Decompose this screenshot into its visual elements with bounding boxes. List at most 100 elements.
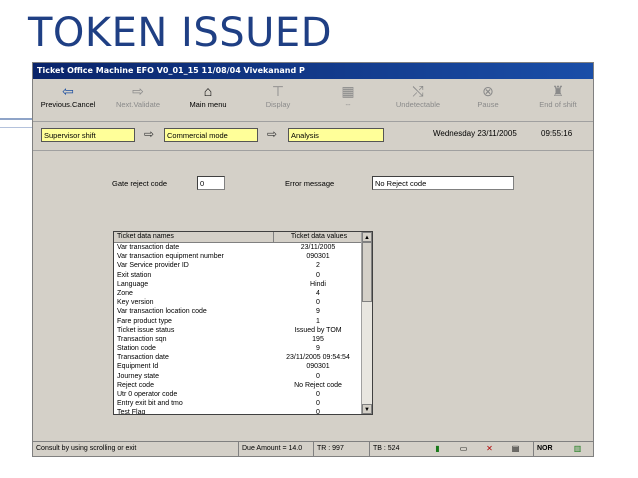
reader-error-icon: ✕ [486, 444, 493, 453]
table-row[interactable]: Var transaction equipment number 090301 [114, 252, 372, 261]
status-hint: Consult by using scrolling or exit [36, 445, 137, 452]
arrow-right-icon: ⇨ [144, 127, 155, 141]
ticket-data-value-cell: Hindi [310, 280, 326, 288]
pause-circle-icon: ⊗ [482, 83, 494, 99]
crossed-arrows-icon: ⤭ [412, 83, 424, 99]
ticket-data-value-cell: 2 [316, 262, 320, 270]
ticket-data-value-cell: 0 [316, 299, 320, 307]
ticket-data-name-cell: Reject code [117, 381, 154, 389]
ticket-data-value-cell: 0 [316, 400, 320, 408]
next-validate-button[interactable]: ⇨ Next.Validate [103, 82, 173, 109]
app-window: Ticket Office Machine EFO V0_01_15 11/08… [32, 62, 594, 457]
ticket-data-name-cell: Entry exit bit and tmo [117, 400, 183, 408]
table-row[interactable]: Fare product type 1 [114, 317, 372, 326]
ticket-data-name-cell: Key version [117, 299, 154, 307]
main-menu-button[interactable]: ⌂ Main menu [173, 82, 243, 109]
main-menu-label: Main menu [189, 100, 227, 109]
table-row[interactable]: Ticket issue status Issued by TOM [114, 326, 372, 335]
date-display: Wednesday 23/11/2005 [433, 129, 517, 138]
ticket-data-name-cell: Var transaction location code [117, 308, 207, 316]
decorative-line [0, 118, 32, 120]
table-row[interactable]: Equipment Id 090301 [114, 362, 372, 371]
pin-icon: ⊤ [271, 83, 285, 99]
end-of-shift-button[interactable]: ♜ End of shift [523, 82, 593, 109]
ticket-data-name-cell: Journey state [117, 372, 160, 380]
table-row[interactable]: Var transaction date 23/11/2005 [114, 243, 372, 252]
toolbar: ⇦ Previous.Cancel ⇨ Next.Validate ⌂ Main… [33, 79, 593, 122]
supervisor-shift-box[interactable]: Supervisor shift [41, 128, 135, 142]
table-body: Var transaction date 23/11/2005 Var transa… [114, 243, 372, 415]
table-row[interactable]: Journey state 0 [114, 372, 372, 381]
ticket-data-name-cell: Station code [117, 345, 156, 353]
table-header: Ticket data names Ticket data values [114, 232, 372, 243]
ticket-data-name-cell: Ticket issue status [117, 326, 175, 334]
ticket-data-name-cell: Fare product type [117, 317, 172, 325]
person-exit-icon: ♜ [551, 83, 565, 99]
ticket-data-name-cell: Equipment Id [117, 363, 159, 371]
card-reader-icon: ▭ [459, 444, 468, 453]
calculator-icon: ▦ [341, 83, 355, 99]
table-row[interactable]: Key version 0 [114, 298, 372, 307]
table-row[interactable]: Test Flag 0 [114, 408, 372, 415]
undetectable-button[interactable]: ⤭ Undetectable [383, 82, 453, 109]
arrow-right-icon: ⇨ [267, 127, 278, 141]
analysis-box[interactable]: Analysis [288, 128, 384, 142]
forward-arrow-icon: ⇨ [132, 83, 144, 99]
pause-button[interactable]: ⊗ Pause [453, 82, 523, 109]
decorative-line [0, 127, 32, 128]
commercial-mode-box[interactable]: Commercial mode [164, 128, 258, 142]
display-button[interactable]: ⊤ Display [243, 82, 313, 109]
ticket-data-value-cell: 9 [316, 308, 320, 316]
table-row[interactable]: Var Service provider ID 2 [114, 261, 372, 270]
table-row[interactable]: Utr 0 operator code 0 [114, 390, 372, 399]
table-row[interactable]: Zone 4 [114, 289, 372, 298]
ticket-data-table[interactable]: Ticket data names Ticket data values Var… [113, 231, 373, 415]
ticket-data-value-cell: 0 [316, 391, 320, 398]
ticket-data-name-cell: Utr 0 operator code [117, 391, 178, 398]
printer-icon: ▮ [435, 444, 440, 453]
scroll-thumb[interactable] [362, 242, 372, 302]
table-row[interactable]: Station code 9 [114, 344, 372, 353]
ticket-data-name-cell: Language [117, 280, 149, 288]
table-row[interactable]: Language Hindi [114, 280, 372, 289]
error-message-field[interactable]: No Reject code [372, 176, 514, 190]
ticket-data-name-cell: Zone [117, 289, 133, 297]
scroll-up-icon[interactable]: ▲ [362, 232, 372, 242]
end-of-shift-label: End of shift [539, 100, 577, 109]
nor-indicator: NOR [533, 442, 565, 456]
window-titlebar: Ticket Office Machine EFO V0_01_15 11/08… [33, 63, 593, 79]
ticket-data-value-cell: 195 [312, 335, 324, 343]
keyboard-icon: ▤ [511, 444, 520, 453]
house-icon: ⌂ [203, 83, 213, 99]
time-display: 09:55:16 [541, 129, 573, 138]
ticket-data-value-cell: 0 [316, 409, 320, 415]
ticket-data-name-cell: Exit station [117, 271, 152, 279]
tb-counter: TB : 524 [369, 442, 425, 456]
col-ticket-data-values[interactable]: Ticket data values [274, 232, 362, 242]
ticket-data-value-cell: Issued by TOM [294, 326, 342, 334]
previous-cancel-button[interactable]: ⇦ Previous.Cancel [33, 82, 103, 109]
ticket-data-name-cell: Transaction date [117, 354, 169, 362]
ticket-data-value-cell: 9 [316, 345, 320, 353]
ticket-data-value-cell: 23/11/2005 [300, 244, 336, 251]
ticket-data-value-cell: 0 [316, 271, 320, 279]
table-row[interactable]: Var transaction location code 9 [114, 307, 372, 316]
table-row[interactable]: Transaction date 23/11/2005 09:54:54 [114, 353, 372, 362]
table-row[interactable]: Exit station 0 [114, 271, 372, 280]
vertical-scrollbar[interactable]: ▲ ▼ [361, 232, 372, 414]
scroll-down-icon[interactable]: ▼ [362, 404, 372, 414]
ticket-data-name-cell: Var Service provider ID [117, 262, 189, 270]
ticket-data-name-cell: Test Flag [117, 409, 146, 415]
gate-reject-field[interactable]: 0 [197, 176, 225, 190]
table-row[interactable]: Entry exit bit and tmo 0 [114, 399, 372, 408]
display-label: Display [265, 100, 291, 109]
table-row[interactable]: Reject code No Reject code [114, 381, 372, 390]
ticket-data-value-cell: 090301 [306, 253, 330, 261]
ticket-data-name-cell: Transaction sqn [117, 335, 167, 343]
table-row[interactable]: Transaction sqn 195 [114, 335, 372, 344]
ticket-data-name-cell: Var transaction date [117, 244, 180, 251]
col-ticket-data-names[interactable]: Ticket data names [114, 232, 274, 242]
dash-button[interactable]: ▦ -- [313, 82, 383, 109]
back-arrow-icon: ⇦ [62, 83, 74, 99]
ticket-data-value-cell: No Reject code [294, 381, 342, 389]
